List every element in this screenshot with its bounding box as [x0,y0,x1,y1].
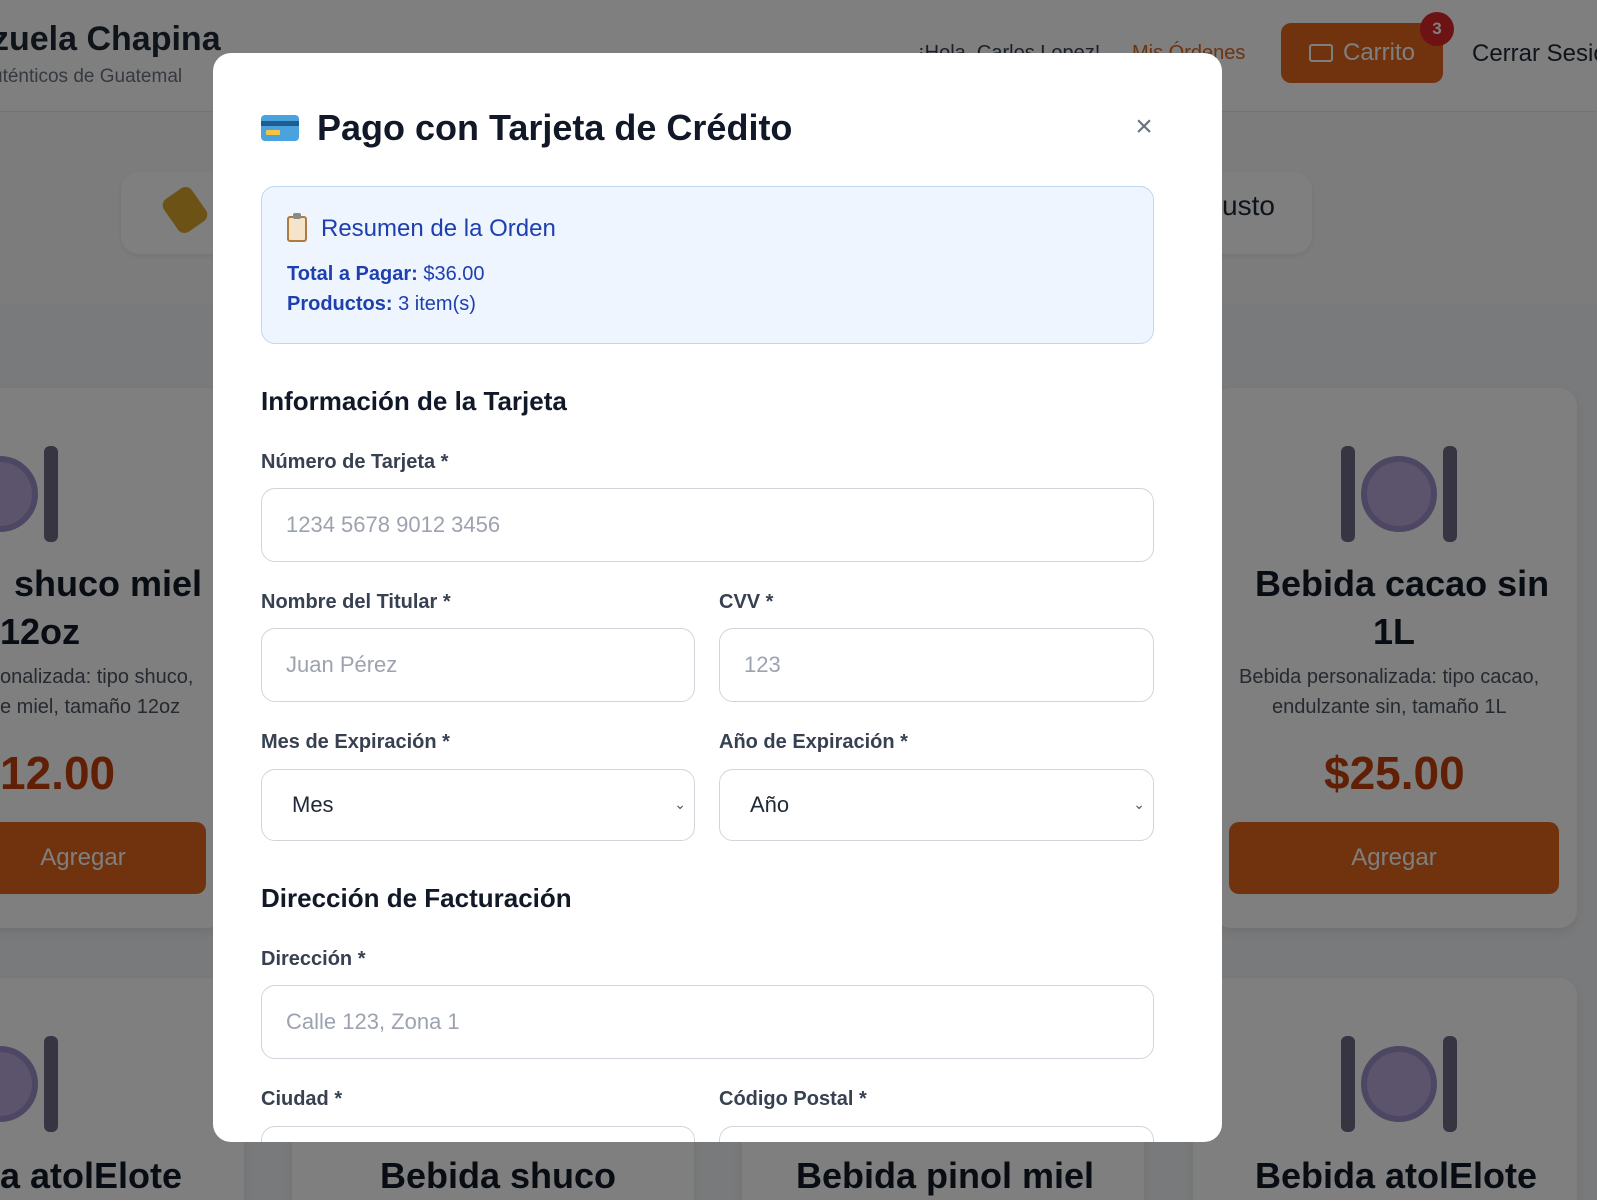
address-input[interactable] [261,985,1154,1059]
credit-card-icon [261,115,299,141]
order-products-value: 3 item(s) [398,293,476,315]
postal-code-label: Código Postal * [719,1088,867,1110]
cvv-label: CVV * [719,591,774,613]
modal-title: Pago con Tarjeta de Crédito [317,107,793,148]
city-label: Ciudad * [261,1088,343,1110]
exp-year-value: Año [750,792,790,817]
cvv-input[interactable] [719,628,1154,702]
order-summary: Resumen de la Orden Total a Pagar: $36.0… [261,186,1154,344]
order-products: Productos: 3 item(s) [287,293,476,316]
modal-scroll-area[interactable]: Pago con Tarjeta de Crédito × Resumen de… [213,53,1222,1142]
order-products-label: Productos: [287,293,393,315]
city-input[interactable] [261,1126,695,1142]
exp-month-select[interactable]: Mes ⌄ [261,769,695,841]
order-summary-header: Resumen de la Orden [287,213,556,243]
clipboard-icon [287,213,307,242]
holder-name-input[interactable] [261,628,695,702]
order-total: Total a Pagar: $36.00 [287,263,485,286]
modal-header: Pago con Tarjeta de Crédito [261,103,792,153]
chevron-down-icon: ⌄ [674,796,686,812]
exp-year-label: Año de Expiración * [719,731,908,753]
address-label: Dirección * [261,948,366,970]
payment-modal: Pago con Tarjeta de Crédito × Resumen de… [213,53,1222,1142]
holder-name-label: Nombre del Titular * [261,591,451,613]
chevron-down-icon: ⌄ [1133,796,1145,812]
order-total-value: $36.00 [423,263,485,285]
postal-code-input[interactable] [719,1126,1154,1142]
order-total-label: Total a Pagar: [287,263,418,285]
billing-section-title: Dirección de Facturación [261,883,572,913]
order-summary-title: Resumen de la Orden [321,215,556,242]
close-icon[interactable]: × [1127,110,1161,144]
exp-year-select[interactable]: Año ⌄ [719,769,1154,841]
exp-month-label: Mes de Expiración * [261,731,450,753]
card-info-section-title: Información de la Tarjeta [261,386,567,416]
exp-month-value: Mes [292,792,334,817]
card-number-label: Número de Tarjeta * [261,451,449,473]
card-number-input[interactable] [261,488,1154,562]
modal-scrollbar[interactable]: ▲ ▼ [1203,53,1222,1142]
